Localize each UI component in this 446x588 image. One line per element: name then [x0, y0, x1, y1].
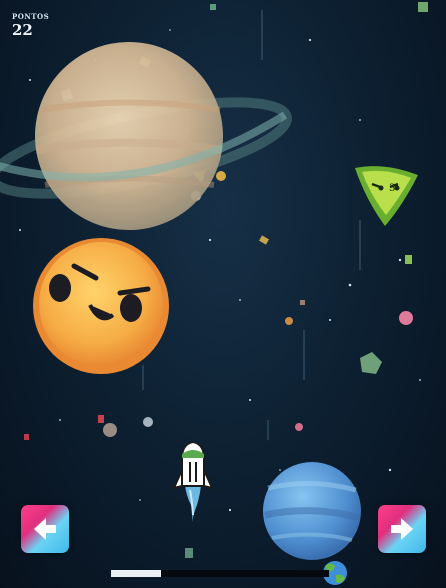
- triangle-enemy: [355, 166, 418, 226]
- level-progress-fill: [111, 570, 162, 577]
- rocket-icon: [172, 440, 214, 522]
- arrow-left-icon: [34, 518, 56, 540]
- ringed-planet: [0, 42, 292, 230]
- arrow-right-icon: [391, 518, 413, 540]
- score-value: 22: [12, 21, 33, 39]
- level-progress-bar: [111, 570, 329, 577]
- space-scene: [0, 2, 428, 585]
- blue-planet: [263, 462, 361, 560]
- move-left-button[interactable]: [21, 505, 69, 553]
- score-label: PONTOS: [12, 12, 50, 21]
- move-right-button[interactable]: [378, 505, 426, 553]
- triangle-enemy-number: 3: [389, 183, 396, 194]
- sun-enemy: [33, 238, 169, 374]
- game-stage: 3 PONTOS 22: [0, 0, 446, 588]
